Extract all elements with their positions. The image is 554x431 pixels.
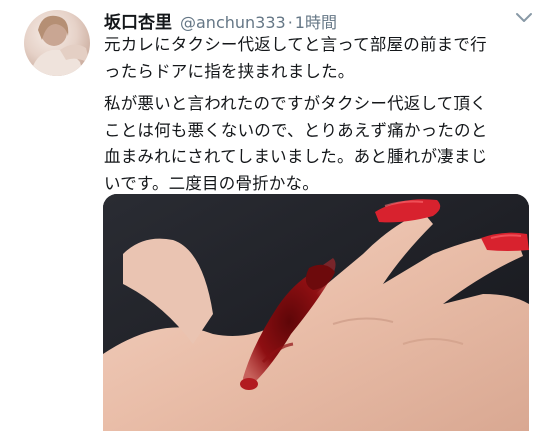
tweet-paragraph-1: 元カレにタクシー代返してと言って部屋の前まで行 ったらドアに指を挟まれました。 xyxy=(104,32,544,85)
avatar-photo-icon xyxy=(30,15,90,76)
tweet-media-photo[interactable] xyxy=(103,194,529,431)
author-handle[interactable]: @anchun333 xyxy=(180,13,286,32)
text-line: 血まみれにされてしまいました。あと腫れが凄まじ xyxy=(104,147,488,166)
tweet: 坂口杏里 @anchun333 · 1時間 元カレにタクシー代返してと言って部屋… xyxy=(0,0,554,431)
text-line: 元カレにタクシー代返してと言って部屋の前まで行 xyxy=(104,35,487,54)
text-line: ったらドアに指を挟まれました。 xyxy=(104,61,355,81)
tweet-paragraph-2: 私が悪いと言われたのですがタクシー代返して頂く ことは何も悪くないので、とりあえ… xyxy=(104,91,544,197)
more-menu-button[interactable] xyxy=(514,10,534,26)
tweet-text: 元カレにタクシー代返してと言って部屋の前まで行 ったらドアに指を挟まれました。 … xyxy=(104,32,544,197)
avatar[interactable] xyxy=(24,10,90,76)
text-line: ことは何も悪くないので、とりあえず痛かったのと xyxy=(104,120,488,140)
text-line: 私が悪いと言われたのですがタクシー代返して頂く xyxy=(104,94,487,113)
chevron-down-icon xyxy=(516,13,532,22)
separator-dot: · xyxy=(287,13,293,32)
author-name[interactable]: 坂口杏里 xyxy=(104,8,172,33)
tweet-header: 坂口杏里 @anchun333 · 1時間 xyxy=(104,8,337,33)
timestamp[interactable]: 1時間 xyxy=(295,9,337,33)
injured-hand-photo-icon xyxy=(103,194,529,431)
text-line: いです。二度目の骨折かな。 xyxy=(104,173,319,193)
